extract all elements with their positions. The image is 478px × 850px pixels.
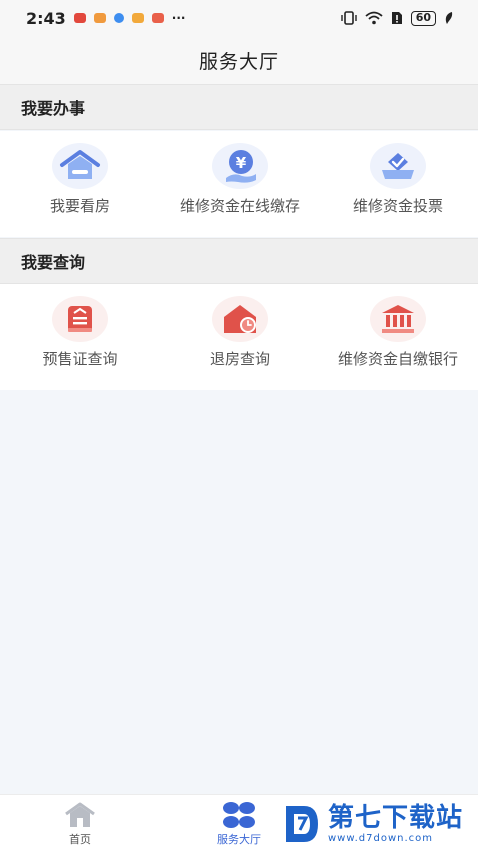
query-grid: 预售证查询 退房查询 维修资金自缴银行: [0, 284, 478, 390]
tab-service-hall[interactable]: 服务大厅: [179, 795, 299, 850]
grid-item-fund-bank[interactable]: 维修资金自缴银行: [318, 284, 478, 390]
bank-icon: [370, 296, 426, 342]
home-icon: [64, 801, 96, 829]
book-notification-icon: [131, 13, 144, 23]
browser-notification-icon: [113, 13, 124, 23]
page-title: 服务大厅: [198, 50, 279, 73]
house-clock-icon: [212, 296, 268, 342]
message-notification-icon: [93, 13, 106, 23]
yuan-hand-icon: ¥: [212, 143, 268, 189]
status-left: 2:43 ···: [26, 9, 185, 28]
grid-item-label: 维修资金自缴银行: [337, 350, 458, 368]
status-time: 2:43: [26, 8, 66, 28]
tab-home[interactable]: 首页: [20, 795, 140, 850]
watermark-url: www.d7down.com: [328, 833, 434, 844]
status-bar: 2:43 ··· 60: [0, 0, 478, 36]
svg-text:¥: ¥: [236, 154, 247, 172]
grid-icon: [221, 801, 257, 829]
vote-box-icon: [370, 143, 426, 189]
section-title: 我要办事: [21, 99, 86, 118]
grid-item-label: 我要看房: [49, 197, 110, 215]
vibrate-icon: [340, 11, 357, 25]
sim-alert-icon: [391, 12, 402, 24]
house-icon: [52, 143, 108, 189]
more-notifications-indicator: ···: [171, 11, 186, 25]
grid-item-view-house[interactable]: 我要看房: [0, 131, 160, 237]
tab-label: 服务大厅: [217, 833, 261, 846]
tab-label: 首页: [69, 833, 91, 846]
grid-item-fund-vote[interactable]: 维修资金投票: [318, 131, 478, 237]
wifi-icon: [365, 11, 383, 25]
watermark-brand: 第七下载站: [328, 803, 464, 833]
status-right: 60: [340, 10, 454, 26]
watermark-logo-icon: [286, 806, 318, 842]
business-grid: 我要看房 ¥ 维修资金在线缴存 维修资金投票: [0, 131, 478, 237]
grid-item-label: 维修资金投票: [352, 197, 443, 215]
section-header-query: 我要查询: [0, 238, 478, 284]
grid-item-presale-query[interactable]: 预售证查询: [0, 284, 160, 390]
title-bar: 服务大厅: [0, 36, 478, 84]
shop-notification-icon: [151, 13, 164, 23]
grid-item-label: 退房查询: [209, 350, 270, 368]
grid-item-label: 预售证查询: [42, 350, 118, 368]
certificate-icon: [52, 296, 108, 342]
grid-item-label: 维修资金在线缴存: [179, 197, 300, 215]
grid-item-refund-query[interactable]: 退房查询: [160, 284, 320, 390]
watermark: 第七下载站 www.d7down.com: [282, 798, 478, 850]
leaf-icon: [445, 12, 453, 24]
grid-item-fund-deposit[interactable]: ¥ 维修资金在线缴存: [160, 131, 320, 237]
app-notification-icon: [73, 13, 86, 23]
section-header-business: 我要办事: [0, 84, 478, 130]
battery-indicator: 60: [410, 10, 436, 26]
section-title: 我要查询: [21, 253, 86, 272]
watermark-text: 第七下载站 www.d7down.com: [328, 803, 463, 845]
